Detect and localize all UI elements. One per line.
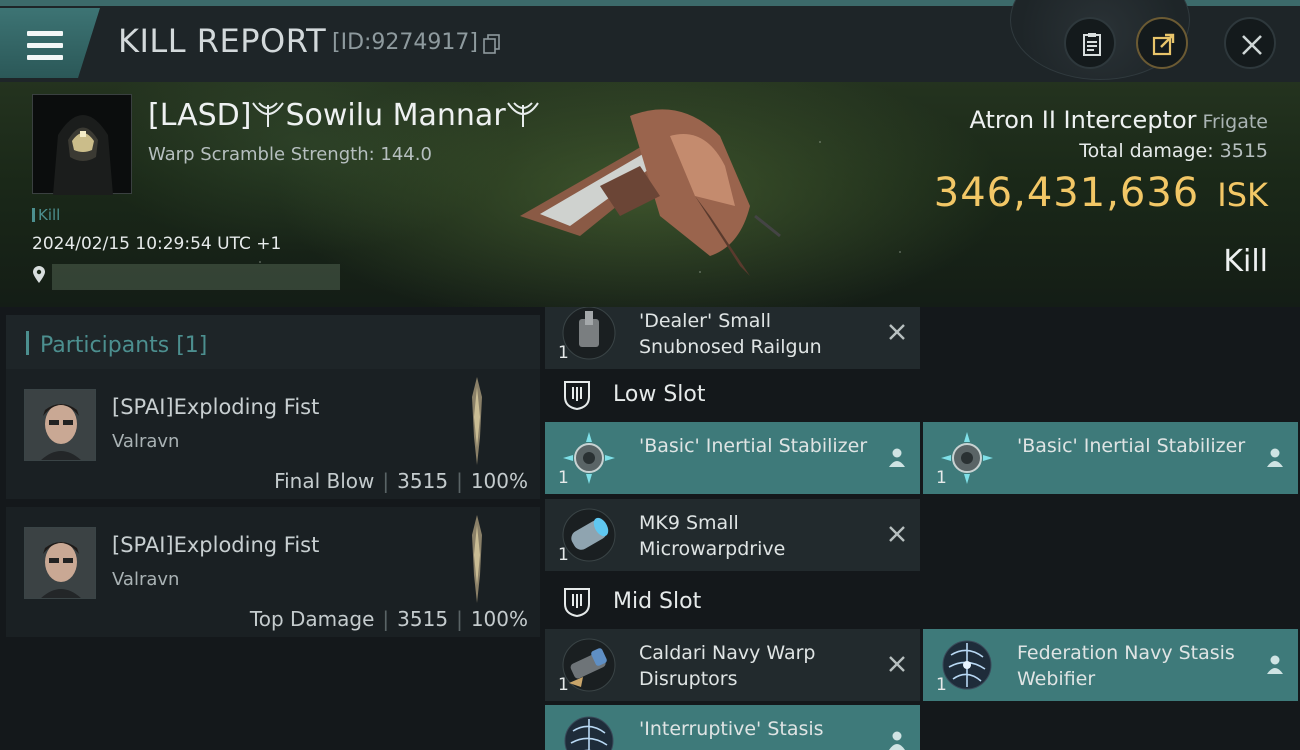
module-slot[interactable]: 1 Caldari Navy Warp Disruptors: [545, 629, 920, 701]
participant-damage: 3515: [397, 607, 449, 631]
participants-panel: Participants [1] [SPAI]Exploding Fist Va…: [0, 307, 540, 750]
person-icon: [889, 448, 905, 467]
module-name: Federation Navy Stasis Webifier: [1017, 642, 1235, 690]
participant-percent: 100%: [470, 469, 528, 493]
module-quantity: 1: [936, 675, 947, 695]
destroyed-x-icon: [889, 324, 905, 340]
participant-name: [SPAI]Exploding Fist: [112, 533, 320, 557]
participant-ship-icon: [472, 515, 482, 603]
participant-stats: Top Damage | 3515 | 100%: [249, 607, 528, 631]
total-damage-value: 3515: [1219, 140, 1268, 162]
mid-slot-icon: [564, 588, 590, 618]
low-slot-icon: [564, 381, 590, 411]
alliance-emblem-icon: [252, 102, 285, 127]
location-pin-icon: [33, 266, 45, 283]
location-redacted: [52, 264, 340, 290]
low-slot-header: Low Slot: [545, 370, 1300, 420]
ship-render: [520, 109, 781, 276]
victim-portrait[interactable]: [32, 94, 132, 195]
destroyed-x-icon: [889, 656, 905, 672]
participant-ship: Valravn: [112, 431, 180, 452]
person-icon: [1267, 655, 1283, 674]
module-slot[interactable]: 'Interruptive' Stasis: [545, 705, 920, 750]
ship-class: Frigate: [1202, 111, 1268, 133]
module-slot[interactable]: 1 MK9 Small Microwarpdrive: [545, 499, 920, 571]
person-icon: [1267, 448, 1283, 467]
total-damage: Total damage: 3515: [1079, 140, 1268, 162]
module-quantity: 1: [558, 343, 569, 363]
share-button[interactable]: [1136, 17, 1188, 69]
participant-ship: Valravn: [112, 569, 180, 590]
header-bar: KILL REPORT [ID:9274917]: [0, 0, 1300, 82]
participant-role: Top Damage: [249, 607, 375, 631]
clipboard-button[interactable]: [1064, 17, 1116, 69]
participant-stats: Final Blow | 3515 | 100%: [274, 469, 528, 493]
victim-banner: [LASD] Sowilu Mannar Warp Scramble Streng…: [0, 82, 1300, 307]
menu-icon: [27, 31, 63, 60]
module-slot[interactable]: 1 'Dealer' Small Snubnosed Railgun: [545, 307, 920, 369]
result-label: Kill: [1223, 244, 1268, 279]
clipboard-icon: [1083, 33, 1101, 56]
fitting-panel: 1 'Dealer' Small Snubnosed Railgun Low S…: [545, 307, 1300, 750]
participant-ship-icon: [472, 377, 482, 465]
module-name: 'Basic' Inertial Stabilizer: [1017, 435, 1246, 457]
hooded-character-icon: [53, 115, 113, 195]
participant-percent: 100%: [470, 607, 528, 631]
module-quantity: 1: [558, 675, 569, 695]
module-name: 'Interruptive' Stasis: [639, 718, 824, 740]
report-id: [ID:9274917]: [332, 30, 478, 55]
participant-damage: 3515: [397, 469, 449, 493]
person-icon: [889, 731, 905, 750]
stasis-webifier-icon: [564, 716, 614, 750]
isk-amount: 346,431,636: [933, 170, 1200, 216]
module-name: 'Dealer' Small Snubnosed Railgun: [639, 310, 822, 358]
victim-corp-tag: [LASD]: [148, 98, 252, 133]
total-damage-label: Total damage:: [1079, 140, 1214, 162]
module-quantity: 1: [558, 468, 569, 488]
participant-role: Final Blow: [274, 469, 375, 493]
module-slot[interactable]: 1 'Basic' Inertial Stabilizer: [923, 422, 1298, 494]
participant-portrait[interactable]: [24, 527, 96, 599]
pilot-avatar-icon: [25, 390, 95, 460]
ship-type[interactable]: Atron II Interceptor Frigate: [970, 106, 1269, 134]
pilot-avatar-icon: [25, 528, 95, 598]
page-title: KILL REPORT: [118, 22, 327, 60]
module-name: 'Basic' Inertial Stabilizer: [639, 435, 868, 457]
participants-title: Participants [1]: [40, 333, 208, 358]
kill-type-tag: Kill: [32, 206, 60, 224]
participant-portrait[interactable]: [24, 389, 96, 461]
mid-slot-title: Mid Slot: [613, 589, 702, 614]
isk-unit: ISK: [1217, 176, 1268, 214]
isk-value: 346,431,636 ISK: [934, 170, 1268, 216]
menu-button[interactable]: [0, 8, 100, 78]
victim-name[interactable]: [LASD] Sowilu Mannar: [148, 98, 540, 133]
participant-name: [SPAI]Exploding Fist: [112, 395, 320, 419]
module-name: Caldari Navy Warp Disruptors: [639, 642, 816, 690]
close-button[interactable]: [1224, 17, 1276, 69]
ship-name: Atron II Interceptor: [969, 106, 1197, 134]
module-slot[interactable]: 1 'Basic' Inertial Stabilizer: [545, 422, 920, 494]
kill-type-label: Kill: [38, 206, 61, 224]
mid-slot-header: Mid Slot: [545, 577, 1300, 627]
participants-header: Participants [1]: [6, 315, 540, 371]
low-slot-title: Low Slot: [613, 382, 706, 407]
participant-row[interactable]: [SPAI]Exploding Fist Valravn Top Damage |…: [6, 507, 540, 637]
participant-row[interactable]: [SPAI]Exploding Fist Valravn Final Blow |…: [6, 369, 540, 499]
module-slot[interactable]: 1 Federation Navy Stasis Webifier: [923, 629, 1298, 701]
module-name: MK9 Small Microwarpdrive: [639, 512, 786, 560]
destroyed-x-icon: [889, 526, 905, 542]
module-quantity: 1: [558, 545, 569, 565]
share-icon: [1152, 33, 1175, 56]
close-icon: [1242, 35, 1262, 55]
kill-timestamp: 2024/02/15 10:29:54 UTC +1: [32, 234, 282, 254]
module-quantity: 1: [936, 468, 947, 488]
victim-pilot-name: Sowilu Mannar: [285, 98, 506, 133]
warp-scramble-strength: Warp Scramble Strength: 144.0: [148, 144, 432, 165]
copy-icon[interactable]: [483, 34, 501, 54]
